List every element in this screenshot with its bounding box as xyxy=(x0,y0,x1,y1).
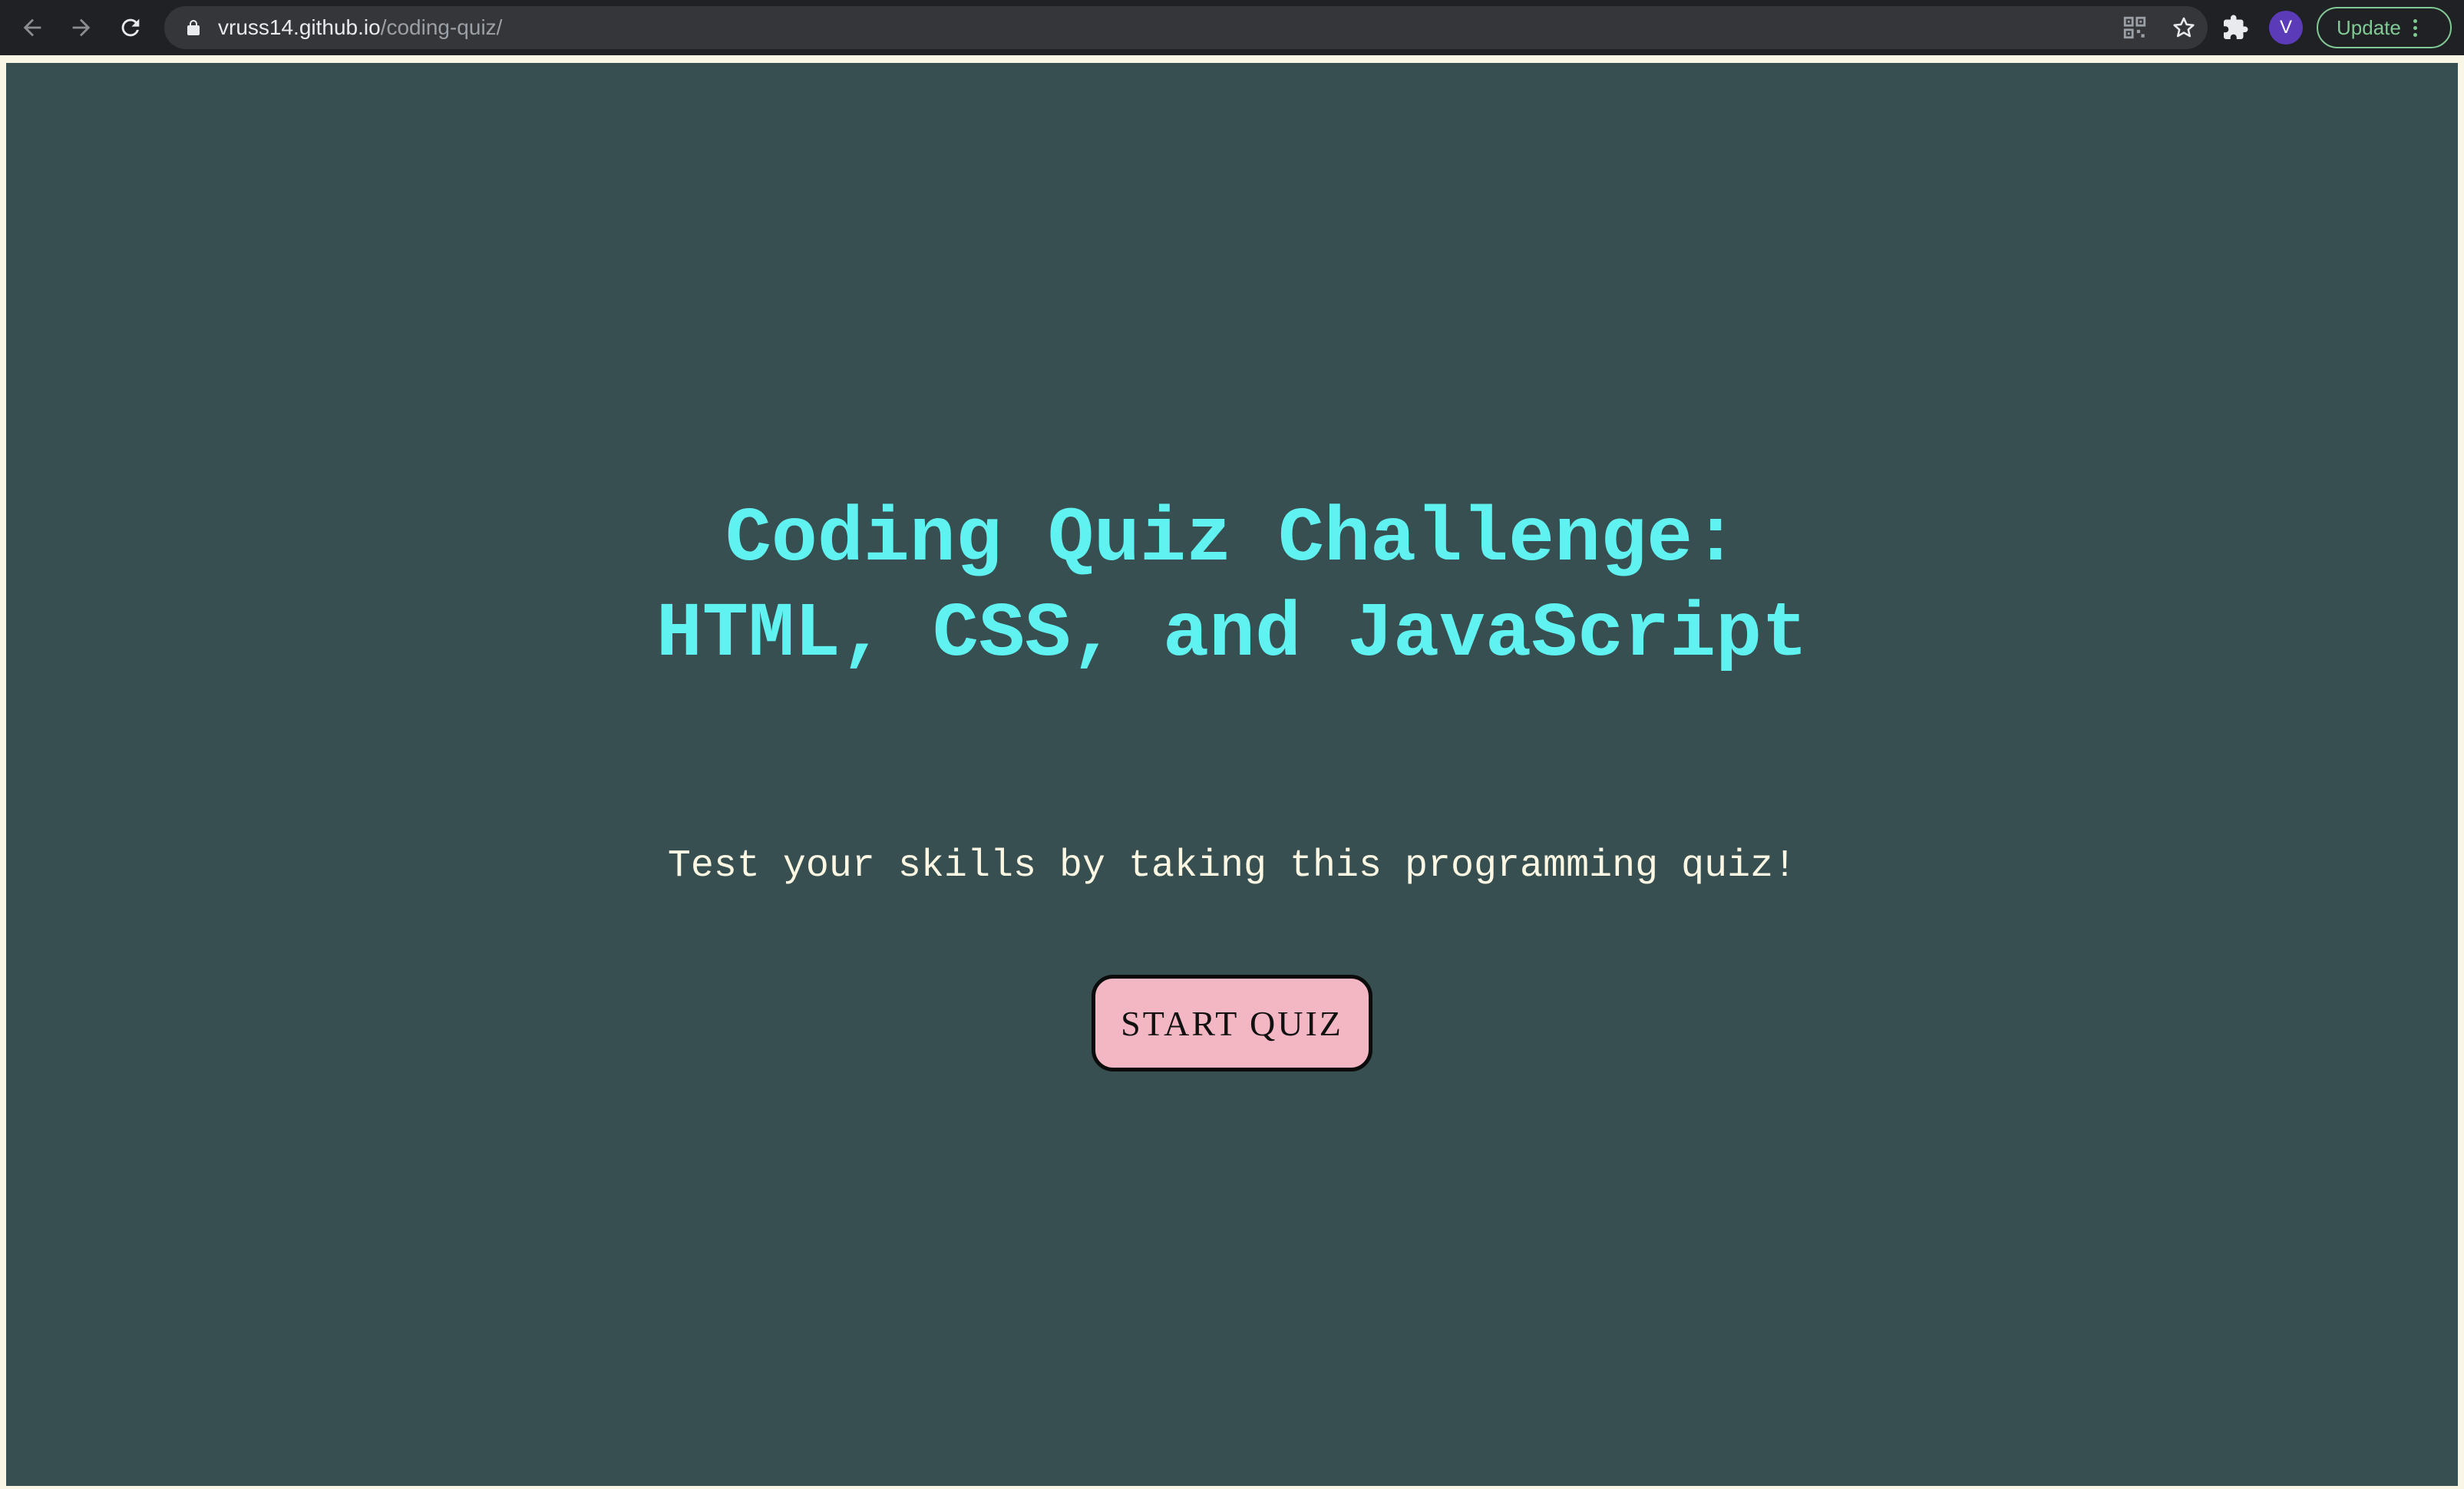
reload-icon xyxy=(121,18,140,37)
page-title: Coding Quiz Challenge: HTML, CSS, and Ja… xyxy=(6,493,2458,683)
star-icon[interactable] xyxy=(2171,15,2197,41)
back-button[interactable] xyxy=(15,11,49,45)
puzzle-icon[interactable] xyxy=(2220,12,2251,43)
forward-arrow-icon xyxy=(72,18,91,37)
kebab-menu-icon xyxy=(2413,18,2417,37)
address-bar-actions xyxy=(2122,6,2197,49)
avatar[interactable]: V xyxy=(2269,11,2303,45)
url-path: /coding-quiz/ xyxy=(380,15,503,39)
title-line-2: HTML, CSS, and JavaScript xyxy=(656,592,1808,678)
lock-icon[interactable] xyxy=(183,17,204,38)
reload-button[interactable] xyxy=(114,11,147,45)
title-line-1: Coding Quiz Challenge: xyxy=(725,497,1739,583)
url-text[interactable]: vruss14.github.io/coding-quiz/ xyxy=(218,15,502,40)
browser-tools: V Update xyxy=(2220,0,2452,55)
url-host: vruss14.github.io xyxy=(218,15,381,39)
forward-button[interactable] xyxy=(64,11,98,45)
start-quiz-button[interactable]: START QUIZ xyxy=(1092,975,1372,1071)
page-subtitle: Test your skills by taking this programm… xyxy=(667,844,1797,888)
address-bar[interactable]: vruss14.github.io/coding-quiz/ xyxy=(164,6,2208,49)
qr-code-icon[interactable] xyxy=(2122,15,2148,41)
update-label: Update xyxy=(2337,15,2401,39)
browser-toolbar: vruss14.github.io/coding-quiz/ V Update xyxy=(0,0,2464,55)
update-button[interactable]: Update xyxy=(2317,7,2452,48)
back-arrow-icon xyxy=(23,18,41,37)
quiz-page: Coding Quiz Challenge: HTML, CSS, and Ja… xyxy=(6,63,2458,1486)
